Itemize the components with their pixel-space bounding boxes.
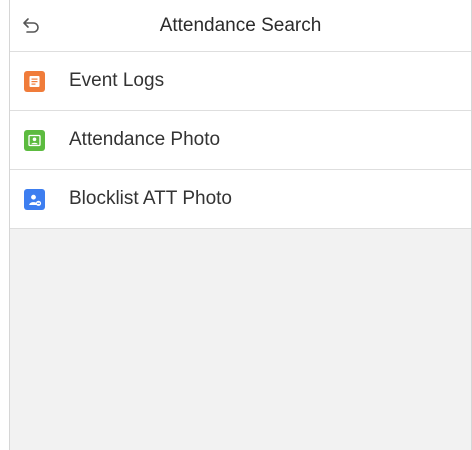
attendance-search-screen: Attendance Search Event Logs Attendance … bbox=[9, 0, 472, 450]
page-title: Attendance Search bbox=[159, 15, 322, 36]
menu-list: Event Logs Attendance Photo Blocklist AT… bbox=[10, 52, 471, 229]
menu-item-blocklist-att-photo[interactable]: Blocklist ATT Photo bbox=[10, 170, 471, 229]
header-bar: Attendance Search bbox=[10, 0, 471, 52]
menu-item-label: Event Logs bbox=[69, 70, 165, 91]
menu-item-label: Blocklist ATT Photo bbox=[69, 188, 232, 209]
menu-item-label: Attendance Photo bbox=[69, 129, 221, 150]
back-arrow-icon bbox=[23, 18, 39, 33]
photo-portrait-icon bbox=[24, 130, 45, 151]
user-blocked-icon bbox=[24, 189, 45, 210]
menu-item-event-logs[interactable]: Event Logs bbox=[10, 52, 471, 111]
menu-item-attendance-photo[interactable]: Attendance Photo bbox=[10, 111, 471, 170]
document-icon bbox=[24, 71, 45, 92]
back-button[interactable] bbox=[16, 12, 46, 40]
